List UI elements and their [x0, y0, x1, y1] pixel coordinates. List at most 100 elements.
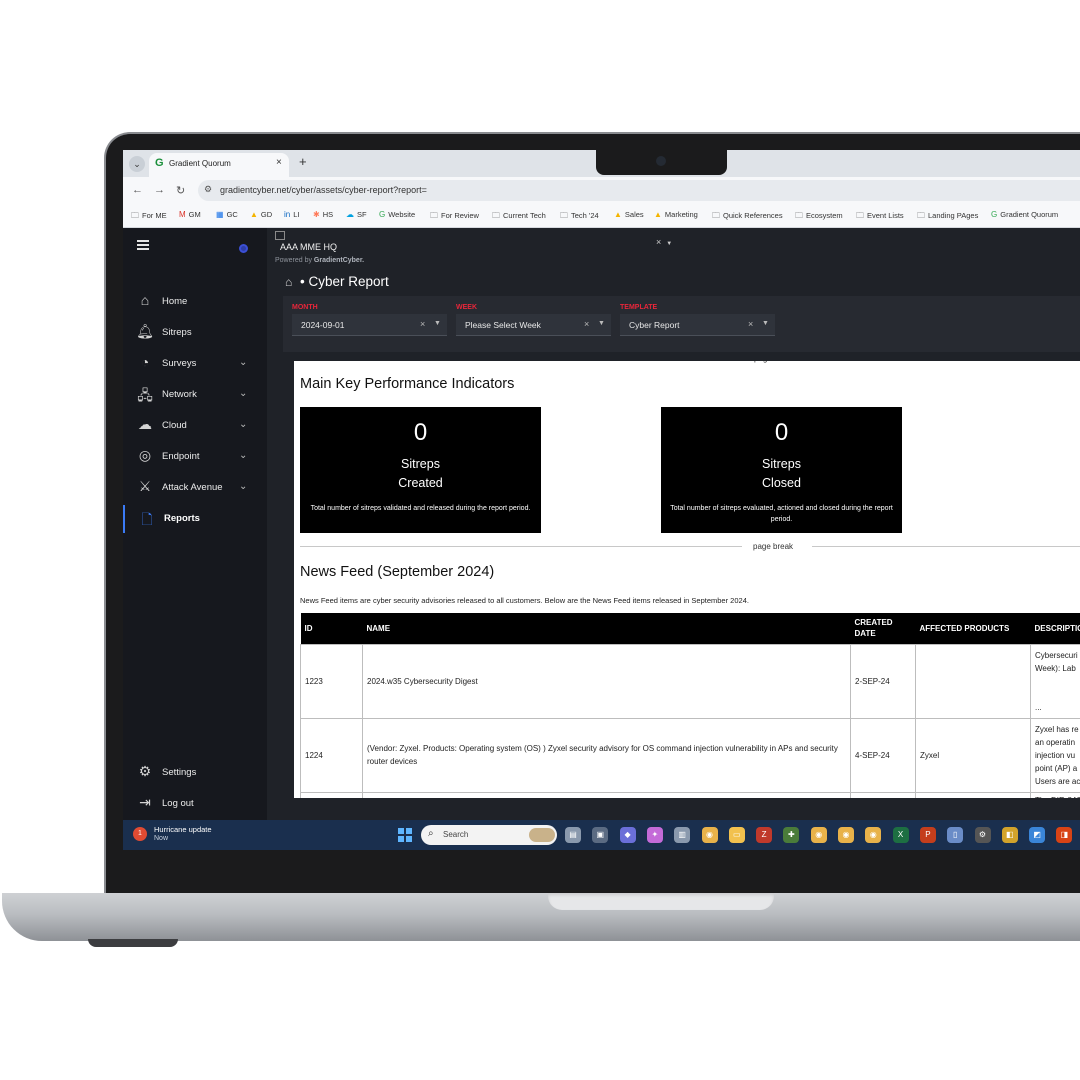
column-header-affected-products: AFFECTED PRODUCTS	[915, 613, 1031, 644]
kpi-label-line2: Closed	[762, 476, 801, 490]
powerpoint-icon[interactable]: P	[919, 827, 936, 843]
bookmark-label: GC	[226, 210, 238, 219]
clear-icon[interactable]: ×	[584, 319, 589, 329]
taskbar-search[interactable]: ⌕ Search	[421, 825, 557, 845]
app-icon[interactable]: ◧	[1001, 827, 1018, 843]
chrome-icon[interactable]: ◉	[838, 827, 854, 843]
tab-search-dropdown[interactable]: ⌄	[129, 156, 145, 172]
bookmark-item[interactable]: 🗀 Tech '24	[560, 210, 599, 224]
folder-icon: 🗀	[917, 211, 925, 220]
bookmark-item[interactable]: in LI	[284, 210, 300, 219]
app-icon[interactable]: ✚	[783, 827, 800, 843]
sidebar-item-endpoint[interactable]: ◎ Endpoint ⌄	[123, 443, 267, 471]
clear-icon[interactable]: ×	[420, 319, 425, 329]
file-explorer-icon[interactable]: ▤	[565, 827, 581, 843]
address-bar[interactable]: ⚙ gradientcyber.net/cyber/assets/cyber-r…	[198, 180, 1080, 201]
bookmark-item[interactable]: 🗀 Ecosystem	[795, 210, 843, 224]
new-tab-button[interactable]: +	[299, 154, 307, 169]
chrome-icon[interactable]: ◉	[810, 827, 827, 843]
sidebar-item-settings[interactable]: ⚙ Settings	[123, 759, 267, 787]
folder-icon: 🗀	[560, 211, 568, 220]
cell-name: 2024.w35 Cybersecurity Digest	[362, 643, 851, 719]
template-select[interactable]: Cyber Report × ▼	[620, 314, 775, 336]
cell-affected-products: Zyxel	[915, 717, 1031, 793]
month-filter: MONTH 2024-09-01 × ▼	[292, 304, 447, 336]
menu-icon[interactable]	[137, 240, 149, 252]
site-dropdown-icon[interactable]: ▼	[666, 241, 672, 247]
sidebar-item-network[interactable]: 🖧 Network ⌄	[123, 381, 267, 409]
chevron-down-icon[interactable]: ▼	[598, 320, 605, 327]
sidebar-item-surveys[interactable]: ◔ Surveys ⌄	[123, 350, 267, 378]
sidebar-item-reports[interactable]: 🗋 Reports	[123, 505, 267, 533]
bookmark-label: Website	[388, 210, 416, 219]
bookmark-item[interactable]: 🗀 Quick References	[712, 210, 783, 224]
bookmark-label: For ME	[142, 211, 167, 220]
bookmark-item[interactable]: ▲ Marketing	[654, 210, 698, 219]
sidebar-item-sitreps[interactable]: 🔔︎ Sitreps	[123, 319, 267, 347]
google-icon: G	[379, 210, 386, 219]
bookmark-item[interactable]: G Website	[379, 210, 415, 219]
kpi-description: Total number of sitreps evaluated, actio…	[670, 505, 893, 523]
bookmark-item[interactable]: 🗀 Event Lists	[856, 210, 904, 224]
kpi-label: Sitreps Closed	[661, 455, 902, 493]
chrome-icon[interactable]: ◉	[865, 827, 882, 843]
week-select[interactable]: Please Select Week × ▼	[456, 314, 611, 336]
home-icon[interactable]: ⌂	[285, 275, 292, 289]
sidebar-item-cloud[interactable]: ☁ Cloud ⌄	[123, 412, 267, 440]
bookmark-item[interactable]: ▦ GC	[216, 210, 238, 219]
table-row[interactable]: 1223 2024.w35 Cybersecurity Digest 2-SEP-2…	[300, 643, 1080, 719]
table-row[interactable]: 1224 (Vendor: Zyxel. Products: Operating …	[300, 717, 1080, 793]
browser-tab[interactable]: G Gradient Quorum ×	[149, 153, 289, 177]
bookmark-item[interactable]: ☁ SF	[346, 210, 367, 219]
bookmark-label: HS	[322, 210, 334, 219]
chrome-icon[interactable]: ◉	[701, 827, 718, 843]
windows-taskbar: 1 Hurricane update Now ⌕ Search ▤ ▣ ◆ ✦ ▥ ◉ ▭ Z…	[123, 820, 1080, 850]
table-row[interactable]: The DIR-846	[300, 791, 1080, 798]
bookmark-label: GM	[188, 210, 201, 219]
site-info-icon[interactable]: ⚙	[204, 184, 212, 195]
teams-icon[interactable]: ◆	[619, 827, 636, 843]
gmail-icon: M	[179, 210, 186, 219]
zoom-icon[interactable]: Z	[756, 827, 773, 843]
document-icon: 🗋	[141, 511, 153, 527]
bookmark-item[interactable]: ✱ HS	[313, 210, 333, 219]
tab-close-button[interactable]: ×	[276, 157, 282, 168]
bookmark-label: LI	[293, 210, 300, 219]
bookmark-item[interactable]: ▲ Sales	[614, 210, 644, 219]
app-icon[interactable]: ◩	[1029, 827, 1046, 843]
sidebar-item-attack-avenue[interactable]: ⚔ Attack Avenue ⌄	[123, 474, 267, 502]
bookmark-item[interactable]: 🗀 Landing PAges	[917, 210, 978, 224]
app-icon[interactable]: ▥	[674, 827, 691, 843]
clear-icon[interactable]: ×	[748, 319, 753, 329]
kpi-description: Total number of sitreps validated and re…	[310, 505, 531, 512]
chevron-down-icon[interactable]: ▼	[762, 320, 769, 327]
laptop-foot	[88, 939, 178, 947]
site-clear-icon[interactable]: ×	[656, 237, 661, 247]
forward-arrow-icon[interactable]: →	[154, 184, 165, 196]
app-icon[interactable]: ▣	[592, 827, 609, 843]
reload-icon[interactable]: ↻	[176, 184, 185, 197]
search-icon: ⌕	[428, 828, 434, 839]
app-icon[interactable]: ▯	[947, 827, 964, 843]
app-icon[interactable]: ◨	[1056, 827, 1073, 843]
windows-start-icon[interactable]	[398, 828, 412, 842]
bookmark-item[interactable]: M GM	[179, 210, 201, 219]
table-header-row: ID NAME CREATED DATE AFFECTED PRODUCTS D…	[300, 613, 1080, 644]
bookmark-item[interactable]: G Gradient Quorum	[991, 210, 1058, 219]
folder-icon[interactable]: ▭	[728, 827, 745, 843]
copilot-icon[interactable]: ✦	[646, 827, 663, 843]
bookmark-item[interactable]: 🗀 For ME	[131, 210, 167, 224]
site-selector-controls[interactable]: × ▼	[656, 237, 672, 247]
month-select[interactable]: 2024-09-01 × ▼	[292, 314, 447, 336]
sidebar-item-log-out[interactable]: ⇥ Log out	[123, 790, 267, 818]
chevron-down-icon[interactable]: ▼	[434, 320, 441, 327]
excel-icon[interactable]: X	[892, 827, 909, 843]
kpi-label: Sitreps Created	[300, 455, 541, 493]
sidebar-item-home[interactable]: ⌂ Home	[123, 288, 267, 316]
settings-icon[interactable]: ⚙	[974, 827, 991, 843]
back-arrow-icon[interactable]: ←	[132, 184, 143, 196]
bookmark-item[interactable]: 🗀 Current Tech	[492, 210, 546, 224]
bookmark-item[interactable]: 🗀 For Review	[430, 210, 479, 224]
laptop-base	[2, 893, 1080, 941]
bookmark-item[interactable]: ▲ GD	[250, 210, 272, 219]
